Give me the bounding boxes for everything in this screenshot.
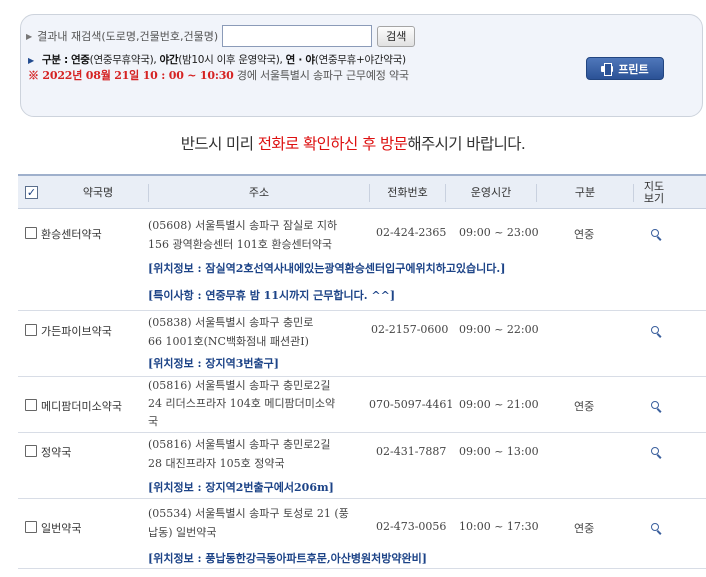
location-info: [위치정보 : 잠실역2호선역사내에있는광역환승센터입구에위치하고있습니다.] <box>148 262 506 275</box>
triangle-right-icon: ▶ <box>26 31 33 41</box>
phone-number: 070-5097-4461 <box>369 398 454 411</box>
print-button[interactable]: 프린트 <box>586 57 664 80</box>
pharmacy-address: (05816) 서울특별시 송파구 충민로2길 28 대진프라자 105호 정약… <box>148 435 331 473</box>
table-row: 환승센터약국 (05608) 서울특별시 송파구 잠실로 지하 156 광역환승… <box>18 209 706 311</box>
opening-hours: 09:00 ~ 13:00 <box>459 445 539 458</box>
header-type: 구분 <box>574 185 596 199</box>
map-view-icon[interactable] <box>650 446 663 459</box>
row-checkbox[interactable] <box>25 227 37 239</box>
datetime-suffix: 경에 서울특별시 송파구 근무예정 약국 <box>236 69 409 82</box>
address-line: (05608) 서울특별시 송파구 잠실로 지하 <box>148 219 338 232</box>
phone-number: 02-431-7887 <box>376 445 447 458</box>
pharmacy-address: (05534) 서울특별시 송파구 토성로 21 (풍 납동) 일번약국 <box>148 504 349 542</box>
address-line: 국 <box>148 415 159 428</box>
legend-night: 야간 <box>159 54 179 66</box>
type-badge: 연중 <box>574 522 595 535</box>
type-badge: 연중 <box>574 228 595 241</box>
map-view-icon[interactable] <box>650 400 663 413</box>
special-note: [특이사항 : 연중무휴 밤 11시까지 근무합니다. ^^] <box>148 289 396 302</box>
research-row: ▶ 결과내 재검색(도로명,건물번호,건물명) 검색 <box>26 25 416 47</box>
table-row: 일번약국 (05534) 서울특별시 송파구 토성로 21 (풍 납동) 일번약… <box>18 499 706 569</box>
opening-hours: 09:00 ~ 22:00 <box>459 323 539 336</box>
research-input[interactable] <box>222 25 373 47</box>
printer-icon <box>601 63 614 76</box>
location-info: [위치정보 : 장지역2번출구에서206m] <box>148 481 334 494</box>
header-address: 주소 <box>248 185 270 199</box>
table-header: ✓ 약국명 주소 전화번호 운영시간 구분 지도 보기 <box>18 174 706 209</box>
pharmacy-name[interactable]: 메디팜더미소약국 <box>41 398 122 414</box>
datetime-line: ※ 2022년 08월 21일 10 : 00 ~ 10:30 경에 서울특별시… <box>28 67 409 83</box>
opening-hours: 09:00 ~ 21:00 <box>459 398 539 411</box>
address-line: 66 1001호(NC백화점내 패션관I) <box>148 335 309 348</box>
research-label: 결과내 재검색(도로명,건물번호,건물명) <box>37 30 219 43</box>
notice-text-end: 해주시기 바랍니다. <box>407 135 526 153</box>
address-line: 28 대진프라자 105호 정약국 <box>148 457 285 470</box>
notice-highlight: 전화로 확인하신 후 방문 <box>257 135 408 153</box>
opening-hours: 10:00 ~ 17:30 <box>459 520 539 533</box>
triangle-right-icon: ▶ <box>28 56 34 65</box>
header-name: 약국명 <box>82 185 114 199</box>
location-info: [위치정보 : 장지역3번출구] <box>148 357 279 370</box>
pharmacy-table: ✓ 약국명 주소 전화번호 운영시간 구분 지도 보기 환승센터약국 (0560… <box>18 174 706 569</box>
type-legend: ▶ 구분 : 연중(연중무휴약국), 야간(밤10시 이후 운영약국), 연 ·… <box>28 52 406 67</box>
row-checkbox[interactable] <box>25 324 37 336</box>
header-hours: 운영시간 <box>470 185 512 199</box>
address-line: (05816) 서울특별시 송파구 충민로2길 <box>148 379 331 392</box>
pharmacy-name[interactable]: 정약국 <box>41 444 71 460</box>
pharmacy-address: (05608) 서울특별시 송파구 잠실로 지하 156 광역환승센터 101호… <box>148 216 337 254</box>
pharmacy-address: (05838) 서울특별시 송파구 충민로 66 1001호(NC백화점내 패션… <box>148 313 313 351</box>
phone-number: 02-2157-0600 <box>371 323 449 336</box>
table-row: 정약국 (05816) 서울특별시 송파구 충민로2길 28 대진프라자 105… <box>18 433 706 499</box>
legend-night-desc: (밤10시 이후 운영약국), <box>178 54 283 66</box>
notice-text-start: 반드시 미리 <box>180 135 258 153</box>
map-view-icon[interactable] <box>650 325 663 338</box>
legend-year-round-desc: (연중무휴약국), <box>89 54 157 66</box>
phone-number: 02-473-0056 <box>376 520 447 533</box>
table-row: 메디팜더미소약국 (05816) 서울특별시 송파구 충민로2길 24 리더스프… <box>18 377 706 433</box>
row-checkbox[interactable] <box>25 521 37 533</box>
datetime-range: ※ 2022년 08월 21일 10 : 00 ~ 10:30 <box>28 69 234 82</box>
pharmacy-name[interactable]: 가든파이브약국 <box>41 323 112 339</box>
phone-number: 02-424-2365 <box>376 226 447 239</box>
map-view-icon[interactable] <box>650 228 663 241</box>
address-line: (05838) 서울특별시 송파구 충민로 <box>148 316 314 329</box>
row-checkbox[interactable] <box>25 399 37 411</box>
print-button-label: 프린트 <box>618 62 649 76</box>
header-phone: 전화번호 <box>387 185 428 199</box>
location-info: [위치정보 : 풍납동한강극동아파트후문,아산병원처방약완비] <box>148 552 427 565</box>
legend-year-round: 연중 <box>70 54 90 66</box>
row-checkbox[interactable] <box>25 445 37 457</box>
address-line: (05534) 서울특별시 송파구 토성로 21 (풍 <box>148 507 349 520</box>
pharmacy-name[interactable]: 환승센터약국 <box>41 226 102 242</box>
pharmacy-address: (05816) 서울특별시 송파구 충민로2길 24 리더스프라자 104호 메… <box>148 377 335 431</box>
map-view-icon[interactable] <box>650 522 663 535</box>
address-line: (05816) 서울특별시 송파구 충민로2길 <box>148 438 331 451</box>
opening-hours: 09:00 ~ 23:00 <box>459 226 539 239</box>
address-line: 156 광역환승센터 101호 환승센터약국 <box>148 238 333 251</box>
legend-title: 구분 : <box>41 54 68 66</box>
pharmacy-name[interactable]: 일번약국 <box>41 520 81 536</box>
search-button[interactable]: 검색 <box>377 25 416 47</box>
type-badge: 연중 <box>574 400 595 413</box>
address-line: 24 리더스프라자 104호 메디팜더미소약 <box>148 397 336 410</box>
visit-notice: 반드시 미리 전화로 확인하신 후 방문해주시기 바랍니다. <box>0 132 706 154</box>
header-map-line2: 보기 <box>643 191 665 205</box>
table-row: 가든파이브약국 (05838) 서울특별시 송파구 충민로 66 1001호(N… <box>18 311 706 377</box>
header-map: 지도 보기 <box>634 176 674 209</box>
legend-both-desc: (연중무휴+야간약국) <box>314 54 406 66</box>
header-map-line1: 지도 <box>643 179 665 193</box>
legend-both: 연 · 야 <box>285 54 315 66</box>
select-all-checkbox[interactable]: ✓ <box>25 186 38 199</box>
address-line: 납동) 일번약국 <box>148 526 217 539</box>
